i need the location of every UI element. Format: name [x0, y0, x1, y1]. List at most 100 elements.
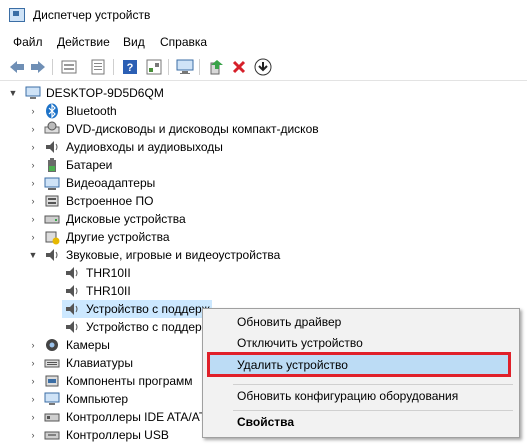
- speaker-icon: [64, 283, 80, 299]
- computer-scan-icon[interactable]: [176, 58, 194, 76]
- node-label: Аудиовходы и аудиовыходы: [66, 140, 223, 154]
- speaker-icon: [64, 319, 80, 335]
- bluetooth-icon: [44, 103, 60, 119]
- ctx-disable-device[interactable]: Отключить устройство: [203, 333, 519, 353]
- toolbar-separator: [199, 59, 200, 75]
- ctx-uninstall-device[interactable]: Удалить устройство: [203, 355, 519, 375]
- expand-icon[interactable]: ›: [28, 174, 38, 192]
- software-component-icon: [44, 373, 60, 389]
- expand-icon[interactable]: ›: [28, 138, 38, 156]
- menu-separator: [233, 410, 513, 411]
- toolbar-separator: [113, 59, 114, 75]
- context-menu: Обновить драйвер Отключить устройство Уд…: [202, 308, 520, 438]
- node-label: Клавиатуры: [66, 356, 133, 370]
- ctx-scan-hardware[interactable]: Обновить конфигурацию оборудования: [203, 386, 519, 406]
- node-label: Контроллеры USB: [66, 428, 169, 442]
- tree-node-bluetooth[interactable]: › Bluetooth: [0, 102, 527, 120]
- tree-node-sound-devices[interactable]: ▼ Звуковые, игровые и видеоустройства: [0, 246, 527, 264]
- speaker-icon: [44, 247, 60, 263]
- node-label: Дисковые устройства: [66, 212, 186, 226]
- ctx-properties[interactable]: Свойства: [203, 412, 519, 432]
- expand-icon[interactable]: ›: [28, 372, 38, 390]
- speaker-icon: [64, 301, 80, 317]
- collapse-icon[interactable]: ▼: [8, 84, 18, 102]
- node-label: DVD-дисководы и дисководы компакт-дисков: [66, 122, 319, 136]
- expand-icon[interactable]: ›: [28, 408, 38, 426]
- node-label: Устройство с поддерж: [86, 302, 210, 316]
- tree-node-other-devices[interactable]: › Другие устройства: [0, 228, 527, 246]
- update-driver-icon[interactable]: [207, 58, 225, 76]
- speaker-icon: [64, 265, 80, 281]
- node-label: Компоненты программ: [66, 374, 193, 388]
- tree-root[interactable]: ▼ DESKTOP-9D5D6QM: [0, 84, 527, 102]
- menu-separator: [233, 384, 513, 385]
- collapse-icon[interactable]: ▼: [28, 246, 38, 264]
- tree-node-firmware[interactable]: › Встроенное ПО: [0, 192, 527, 210]
- help-icon[interactable]: ?: [121, 58, 139, 76]
- download-icon[interactable]: [254, 58, 272, 76]
- node-label: THR10II: [86, 266, 131, 280]
- display-adapter-icon: [44, 175, 60, 191]
- expand-icon[interactable]: ›: [28, 426, 38, 444]
- expand-icon[interactable]: ›: [28, 390, 38, 408]
- back-icon[interactable]: [8, 58, 26, 76]
- uninstall-icon[interactable]: [230, 58, 248, 76]
- computer-icon: [25, 85, 41, 101]
- tree-node-batteries[interactable]: › Батареи: [0, 156, 527, 174]
- node-label: THR10II: [86, 284, 131, 298]
- node-label: Батареи: [66, 158, 113, 172]
- expand-icon[interactable]: ›: [28, 192, 38, 210]
- node-label: Устройство с поддерж: [86, 320, 210, 334]
- node-label: Камеры: [66, 338, 110, 352]
- battery-icon: [44, 157, 60, 173]
- usb-icon: [44, 427, 60, 443]
- toolbar: ?: [0, 54, 527, 81]
- firmware-icon: [44, 193, 60, 209]
- node-label: Другие устройства: [66, 230, 170, 244]
- menu-action[interactable]: Действие: [57, 35, 110, 49]
- tree-node-thr10ii-1[interactable]: THR10II: [0, 264, 527, 282]
- tree-node-audio-io[interactable]: › Аудиовходы и аудиовыходы: [0, 138, 527, 156]
- node-label: Контроллеры IDE ATA/AT: [66, 410, 207, 424]
- tree-node-thr10ii-2[interactable]: THR10II: [0, 282, 527, 300]
- menu-view[interactable]: Вид: [123, 35, 145, 49]
- speaker-icon: [44, 139, 60, 155]
- toggle-view-icon[interactable]: [145, 58, 163, 76]
- title-bar: Диспетчер устройств: [0, 0, 527, 30]
- tree-node-video-adapters[interactable]: › Видеоадаптеры: [0, 174, 527, 192]
- expand-icon[interactable]: ›: [28, 336, 38, 354]
- node-label: Видеоадаптеры: [66, 176, 156, 190]
- menu-file[interactable]: Файл: [13, 35, 43, 49]
- expand-icon[interactable]: ›: [28, 228, 38, 246]
- computer-name: DESKTOP-9D5D6QM: [46, 86, 164, 100]
- unknown-device-icon: [44, 229, 60, 245]
- expand-icon[interactable]: ›: [28, 102, 38, 120]
- disk-drive-icon: [44, 211, 60, 227]
- forward-icon[interactable]: [29, 58, 47, 76]
- expand-icon[interactable]: ›: [28, 354, 38, 372]
- camera-icon: [44, 337, 60, 353]
- menu-bar: Файл Действие Вид Справка: [0, 31, 527, 53]
- ctx-update-driver[interactable]: Обновить драйвер: [203, 312, 519, 332]
- device-manager-icon: [9, 8, 25, 22]
- expand-icon[interactable]: ›: [28, 210, 38, 228]
- tree-node-disk-drives[interactable]: › Дисковые устройства: [0, 210, 527, 228]
- node-label: Встроенное ПО: [66, 194, 154, 208]
- menu-help[interactable]: Справка: [160, 35, 207, 49]
- dvd-drive-icon: [44, 121, 60, 137]
- properties-icon[interactable]: [60, 58, 78, 76]
- tree-node-dvd[interactable]: › DVD-дисководы и дисководы компакт-диск…: [0, 120, 527, 138]
- toolbar-separator: [52, 59, 53, 75]
- expand-icon[interactable]: ›: [28, 156, 38, 174]
- controller-icon: [44, 409, 60, 425]
- svg-text:?: ?: [127, 62, 134, 74]
- expand-icon[interactable]: ›: [28, 120, 38, 138]
- toolbar-separator: [168, 59, 169, 75]
- node-label: Bluetooth: [66, 104, 117, 118]
- node-label: Звуковые, игровые и видеоустройства: [66, 248, 281, 262]
- window-title: Диспетчер устройств: [33, 8, 151, 22]
- list-view-icon[interactable]: [89, 58, 107, 76]
- computer-icon: [44, 391, 60, 407]
- keyboard-icon: [44, 355, 60, 371]
- node-label: Компьютер: [66, 392, 129, 406]
